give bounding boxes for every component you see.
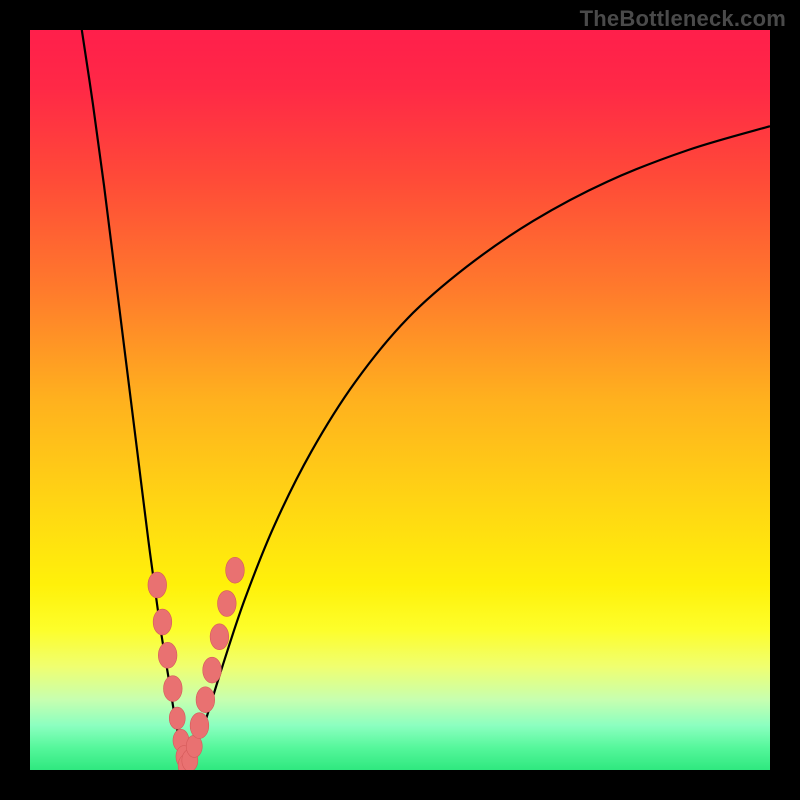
chart-frame: TheBottleneck.com [0, 0, 800, 800]
data-dot [190, 713, 209, 739]
chart-svg [30, 30, 770, 770]
data-dot [153, 609, 172, 635]
data-dot [158, 642, 177, 668]
data-dot [210, 624, 229, 650]
data-dot [218, 591, 237, 617]
data-dot [196, 687, 215, 713]
data-dot [148, 572, 167, 598]
data-dot [203, 657, 222, 683]
data-dot [164, 676, 183, 702]
data-dot [226, 557, 245, 583]
plot-area [30, 30, 770, 770]
gradient-background [30, 30, 770, 770]
data-dot [169, 707, 185, 729]
watermark-text: TheBottleneck.com [580, 6, 786, 32]
